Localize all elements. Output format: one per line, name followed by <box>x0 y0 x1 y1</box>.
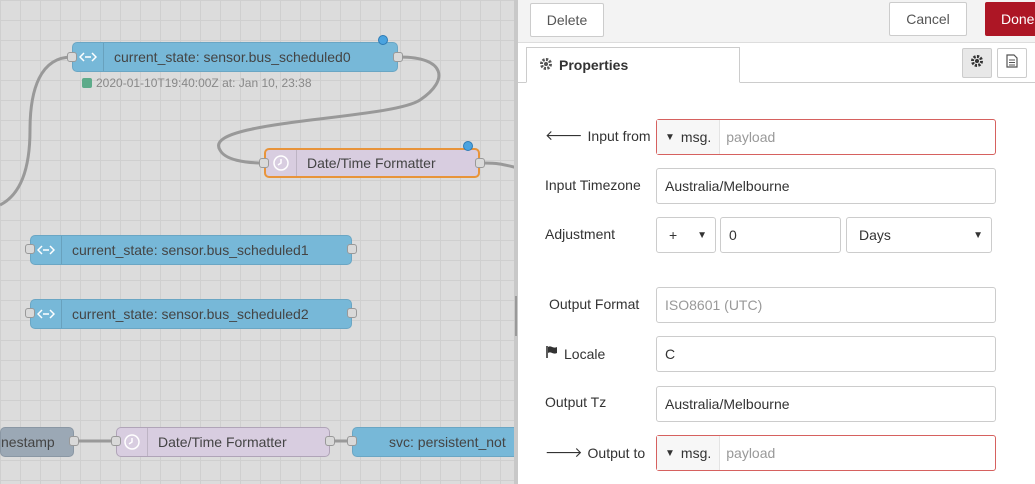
locale-field[interactable]: C <box>656 336 996 372</box>
document-icon <box>1006 53 1018 73</box>
tab-description[interactable] <box>997 48 1027 78</box>
panel-tabs: Properties <box>518 42 1035 83</box>
flow-canvas[interactable]: current_state: sensor.bus_scheduled0 202… <box>0 0 518 484</box>
output-to-label: 🡒 Output to <box>545 444 646 461</box>
input-port[interactable] <box>25 244 35 254</box>
output-port[interactable] <box>69 436 79 446</box>
wire <box>0 55 73 207</box>
status-square-icon <box>82 78 92 88</box>
node-label: svc: persistent_not <box>389 434 506 450</box>
input-timezone-field[interactable]: Australia/Melbourne <box>656 168 996 204</box>
done-button[interactable]: Done <box>985 2 1035 36</box>
output-port[interactable] <box>475 158 485 168</box>
output-tz-label: Output Tz <box>545 394 607 410</box>
ha-node-bus-scheduled2[interactable]: current_state: sensor.bus_scheduled2 <box>30 299 352 329</box>
gear-icon <box>539 57 553 74</box>
wire <box>483 161 518 170</box>
home-assistant-icon <box>31 236 62 264</box>
output-port[interactable] <box>393 52 403 62</box>
output-format-label: Output Format <box>549 296 640 312</box>
adjustment-label: Adjustment <box>545 226 616 242</box>
timestamp-node[interactable]: nestamp <box>0 427 74 457</box>
edit-panel: Delete Cancel Done Properties 🡐 Input fr… <box>518 0 1035 484</box>
output-port[interactable] <box>347 244 357 254</box>
caret-down-icon: ▼ <box>665 131 675 143</box>
input-port[interactable] <box>347 436 357 446</box>
changed-indicator <box>463 141 473 151</box>
arrow-right-icon: 🡒 <box>545 444 583 460</box>
output-format-field[interactable]: ISO8601 (UTC) <box>656 287 996 323</box>
input-from-field[interactable]: ▼ msg. payload <box>656 119 996 155</box>
input-from-label: 🡐 Input from <box>545 127 651 144</box>
node-label: current_state: sensor.bus_scheduled0 <box>114 49 351 65</box>
input-timezone-label: Input Timezone <box>545 177 641 193</box>
input-type-select[interactable]: ▼ msg. <box>657 120 721 154</box>
datetime-formatter-node-2[interactable]: Date/Time Formatter <box>116 427 330 457</box>
ha-node-bus-scheduled1[interactable]: current_state: sensor.bus_scheduled1 <box>30 235 352 265</box>
gear-icon <box>970 54 984 73</box>
node-label: Date/Time Formatter <box>158 434 287 450</box>
node-status: 2020-01-10T19:40:00Z at: Jan 10, 23:38 <box>82 76 312 90</box>
node-label: nestamp <box>1 434 55 450</box>
delete-button[interactable]: Delete <box>530 3 604 37</box>
output-type-select[interactable]: ▼ msg. <box>657 436 721 470</box>
adjustment-sign-select[interactable]: + ▼ <box>656 217 716 253</box>
output-to-field[interactable]: ▼ msg. payload <box>656 435 996 471</box>
output-port[interactable] <box>347 308 357 318</box>
caret-down-icon: ▼ <box>665 447 675 459</box>
output-port[interactable] <box>325 436 335 446</box>
flag-icon <box>545 345 559 362</box>
node-label: current_state: sensor.bus_scheduled2 <box>72 306 309 322</box>
node-label: current_state: sensor.bus_scheduled1 <box>72 242 309 258</box>
locale-label: Locale <box>545 345 605 362</box>
cancel-button[interactable]: Cancel <box>889 2 967 36</box>
ha-node-bus-scheduled0[interactable]: current_state: sensor.bus_scheduled0 <box>72 42 398 72</box>
home-assistant-icon <box>73 43 104 71</box>
home-assistant-icon <box>31 300 62 328</box>
input-port[interactable] <box>259 158 269 168</box>
output-tz-field[interactable]: Australia/Melbourne <box>656 386 996 422</box>
tab-properties[interactable]: Properties <box>526 47 740 83</box>
adjustment-amount-field[interactable]: 0 <box>720 217 841 253</box>
svc-node[interactable]: svc: persistent_not <box>352 427 518 457</box>
tab-settings[interactable] <box>962 48 992 78</box>
panel-toolbar: Delete Cancel Done <box>518 0 1035 43</box>
caret-down-icon: ▼ <box>697 229 707 241</box>
arrow-left-icon: 🡐 <box>545 127 583 143</box>
clock-icon <box>117 428 148 456</box>
datetime-formatter-node[interactable]: Date/Time Formatter <box>264 148 480 178</box>
changed-indicator <box>378 35 388 45</box>
caret-down-icon: ▼ <box>973 229 983 241</box>
splitter-grip[interactable] <box>515 296 517 336</box>
node-label: Date/Time Formatter <box>307 155 436 171</box>
input-port[interactable] <box>67 52 77 62</box>
clock-icon <box>266 150 297 176</box>
input-port[interactable] <box>25 308 35 318</box>
adjustment-unit-select[interactable]: Days ▼ <box>846 217 992 253</box>
input-port[interactable] <box>111 436 121 446</box>
